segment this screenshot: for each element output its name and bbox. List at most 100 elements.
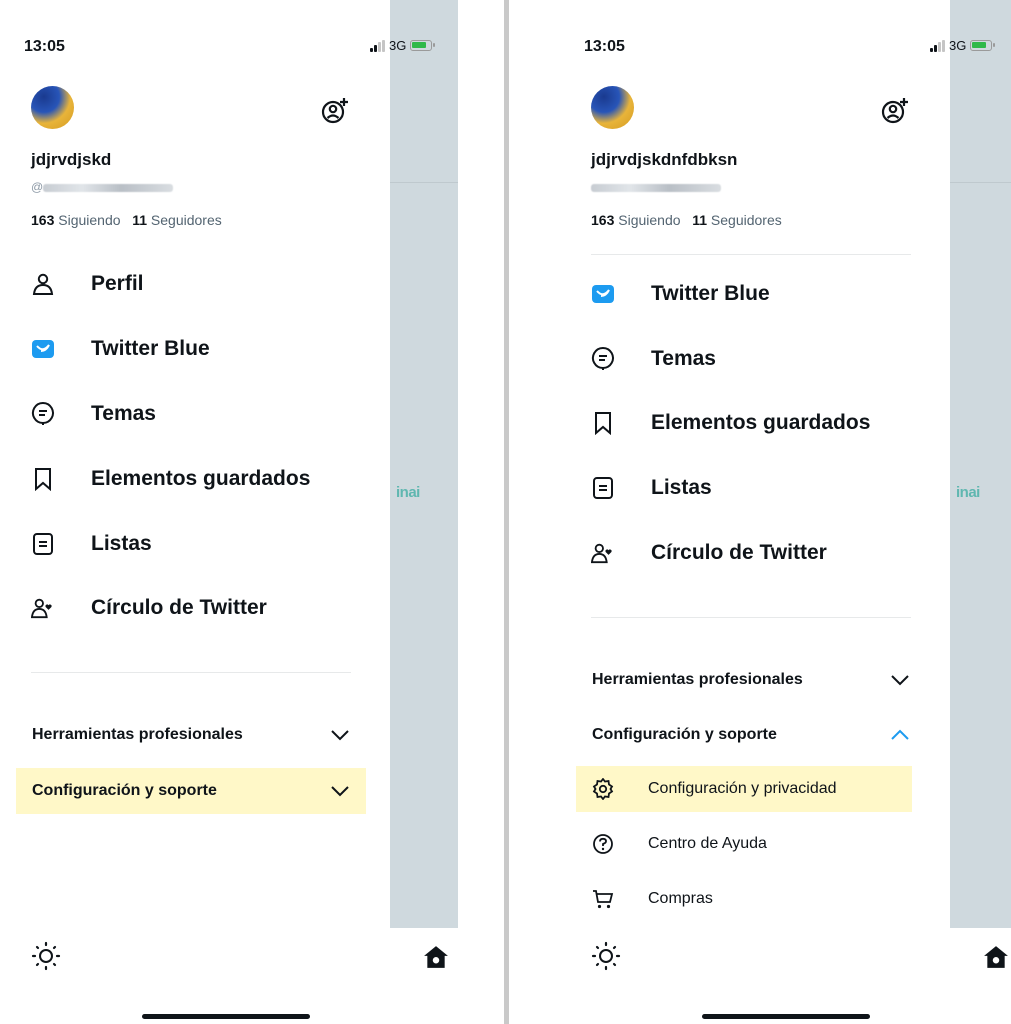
menu-item-temas[interactable]: Temas [31, 394, 156, 434]
screenshot-divider [504, 0, 509, 1024]
menu-label: Listas [651, 476, 712, 499]
handle-redacted [43, 183, 174, 192]
right-screenshot: inai 13:05 3G jdjrvdjskdnfdbksn 163 Sigu… [560, 0, 1011, 1024]
following-label[interactable]: Siguiendo [58, 212, 120, 228]
profile-handle[interactable] [591, 180, 721, 194]
menu-label: Temas [651, 347, 716, 370]
menu-label: Listas [91, 532, 152, 555]
submenu-label: Configuración y privacidad [648, 780, 837, 797]
side-drawer: 13:05 3G jdjrvdjskd @ 163 Siguiendo 11 S… [0, 0, 436, 1024]
menu-item-elementos-guardados[interactable]: Elementos guardados [591, 403, 870, 443]
section-label: Herramientas profesionales [32, 726, 243, 743]
timeline-peek: inai [950, 0, 1011, 1024]
menu-item-elementos-guardados[interactable]: Elementos guardados [31, 459, 310, 499]
bottom-nav-area [390, 928, 458, 1024]
section-herramientas-profesionales[interactable]: Herramientas profesionales [576, 657, 926, 703]
gear-icon [592, 778, 614, 800]
handle-redacted [591, 183, 721, 192]
section-configuracion-soporte[interactable]: Configuración y soporte [576, 712, 926, 758]
profile-name[interactable]: jdjrvdjskd [31, 150, 111, 170]
brightness-icon[interactable] [31, 941, 61, 971]
menu-item-temas[interactable]: Temas [591, 339, 716, 379]
home-indicator[interactable] [142, 1014, 310, 1019]
section-configuracion-soporte[interactable]: Configuración y soporte [16, 768, 366, 814]
menu-divider [591, 617, 911, 618]
topics-icon [591, 347, 615, 371]
home-icon[interactable] [983, 944, 1009, 970]
menu-label: Twitter Blue [651, 282, 770, 305]
submenu-centro-ayuda[interactable]: Centro de Ayuda [576, 821, 912, 867]
submenu-compras[interactable]: Compras [576, 876, 912, 922]
bookmark-icon [591, 411, 615, 435]
circle-icon [31, 596, 55, 620]
twitter-blue-icon [591, 282, 615, 306]
timeline-peek: inai [390, 0, 458, 1024]
menu-item-listas[interactable]: Listas [591, 468, 712, 508]
menu-item-perfil[interactable]: Perfil [31, 264, 144, 304]
circle-icon [591, 541, 615, 565]
add-account-icon[interactable] [880, 96, 910, 126]
following-count[interactable]: 163 [591, 212, 614, 228]
bottom-nav-area [950, 928, 1011, 1024]
twitter-blue-icon [31, 337, 55, 361]
signal-icon [930, 39, 945, 52]
section-label: Configuración y soporte [592, 726, 777, 743]
home-icon[interactable] [423, 944, 449, 970]
home-indicator[interactable] [702, 1014, 870, 1019]
menu-label: Elementos guardados [91, 467, 311, 490]
following-label[interactable]: Siguiendo [618, 212, 680, 228]
menu-label: Elementos guardados [651, 411, 871, 434]
submenu-configuracion-privacidad[interactable]: Configuración y privacidad [576, 766, 912, 812]
follow-counts: 163 Siguiendo 11 Seguidores [591, 212, 782, 228]
add-account-icon[interactable] [320, 96, 350, 126]
avatar[interactable] [591, 86, 634, 129]
section-label: Herramientas profesionales [592, 671, 803, 688]
follow-counts: 163 Siguiendo 11 Seguidores [31, 212, 222, 228]
menu-label: Twitter Blue [91, 337, 210, 360]
brightness-icon[interactable] [591, 941, 621, 971]
person-icon [31, 272, 55, 296]
submenu-label: Centro de Ayuda [648, 835, 767, 852]
battery-icon [410, 40, 436, 51]
chevron-down-icon [331, 730, 349, 741]
following-count[interactable]: 163 [31, 212, 54, 228]
peek-text: inai [396, 484, 420, 501]
signal-icon [370, 39, 385, 52]
section-label: Configuración y soporte [32, 782, 217, 799]
status-icons: 3G [370, 38, 436, 53]
peek-text: inai [956, 484, 980, 501]
profile-handle[interactable]: @ [31, 180, 174, 194]
chevron-down-icon [891, 675, 909, 686]
left-screenshot: inai 13:05 3G jdjrvdjskd @ 163 Siguiendo… [0, 0, 458, 1024]
menu-item-listas[interactable]: Listas [31, 524, 152, 564]
followers-label[interactable]: Seguidores [151, 212, 222, 228]
followers-count[interactable]: 11 [132, 212, 147, 228]
network-label: 3G [389, 38, 407, 53]
menu-item-circulo[interactable]: Círculo de Twitter [591, 533, 827, 573]
menu-item-twitter-blue[interactable]: Twitter Blue [31, 329, 210, 369]
peek-divider [950, 182, 1011, 183]
handle-prefix: @ [31, 180, 44, 194]
profile-name[interactable]: jdjrvdjskdnfdbksn [591, 150, 737, 170]
help-icon [592, 833, 614, 855]
menu-divider [31, 672, 351, 673]
status-icons: 3G [930, 38, 996, 53]
cart-icon [592, 888, 614, 910]
avatar[interactable] [31, 86, 74, 129]
section-herramientas-profesionales[interactable]: Herramientas profesionales [16, 712, 366, 758]
topics-icon [31, 402, 55, 426]
list-icon [31, 532, 55, 556]
status-time: 13:05 [584, 38, 625, 55]
menu-item-twitter-blue[interactable]: Twitter Blue [591, 274, 770, 314]
profile-divider [591, 254, 911, 255]
followers-count[interactable]: 11 [692, 212, 707, 228]
followers-label[interactable]: Seguidores [711, 212, 782, 228]
menu-label: Círculo de Twitter [91, 596, 267, 619]
status-time: 13:05 [24, 38, 65, 55]
bookmark-icon [31, 467, 55, 491]
battery-icon [970, 40, 996, 51]
menu-label: Círculo de Twitter [651, 541, 827, 564]
menu-item-circulo[interactable]: Círculo de Twitter [31, 588, 267, 628]
chevron-up-icon [891, 729, 909, 740]
menu-label: Temas [91, 402, 156, 425]
